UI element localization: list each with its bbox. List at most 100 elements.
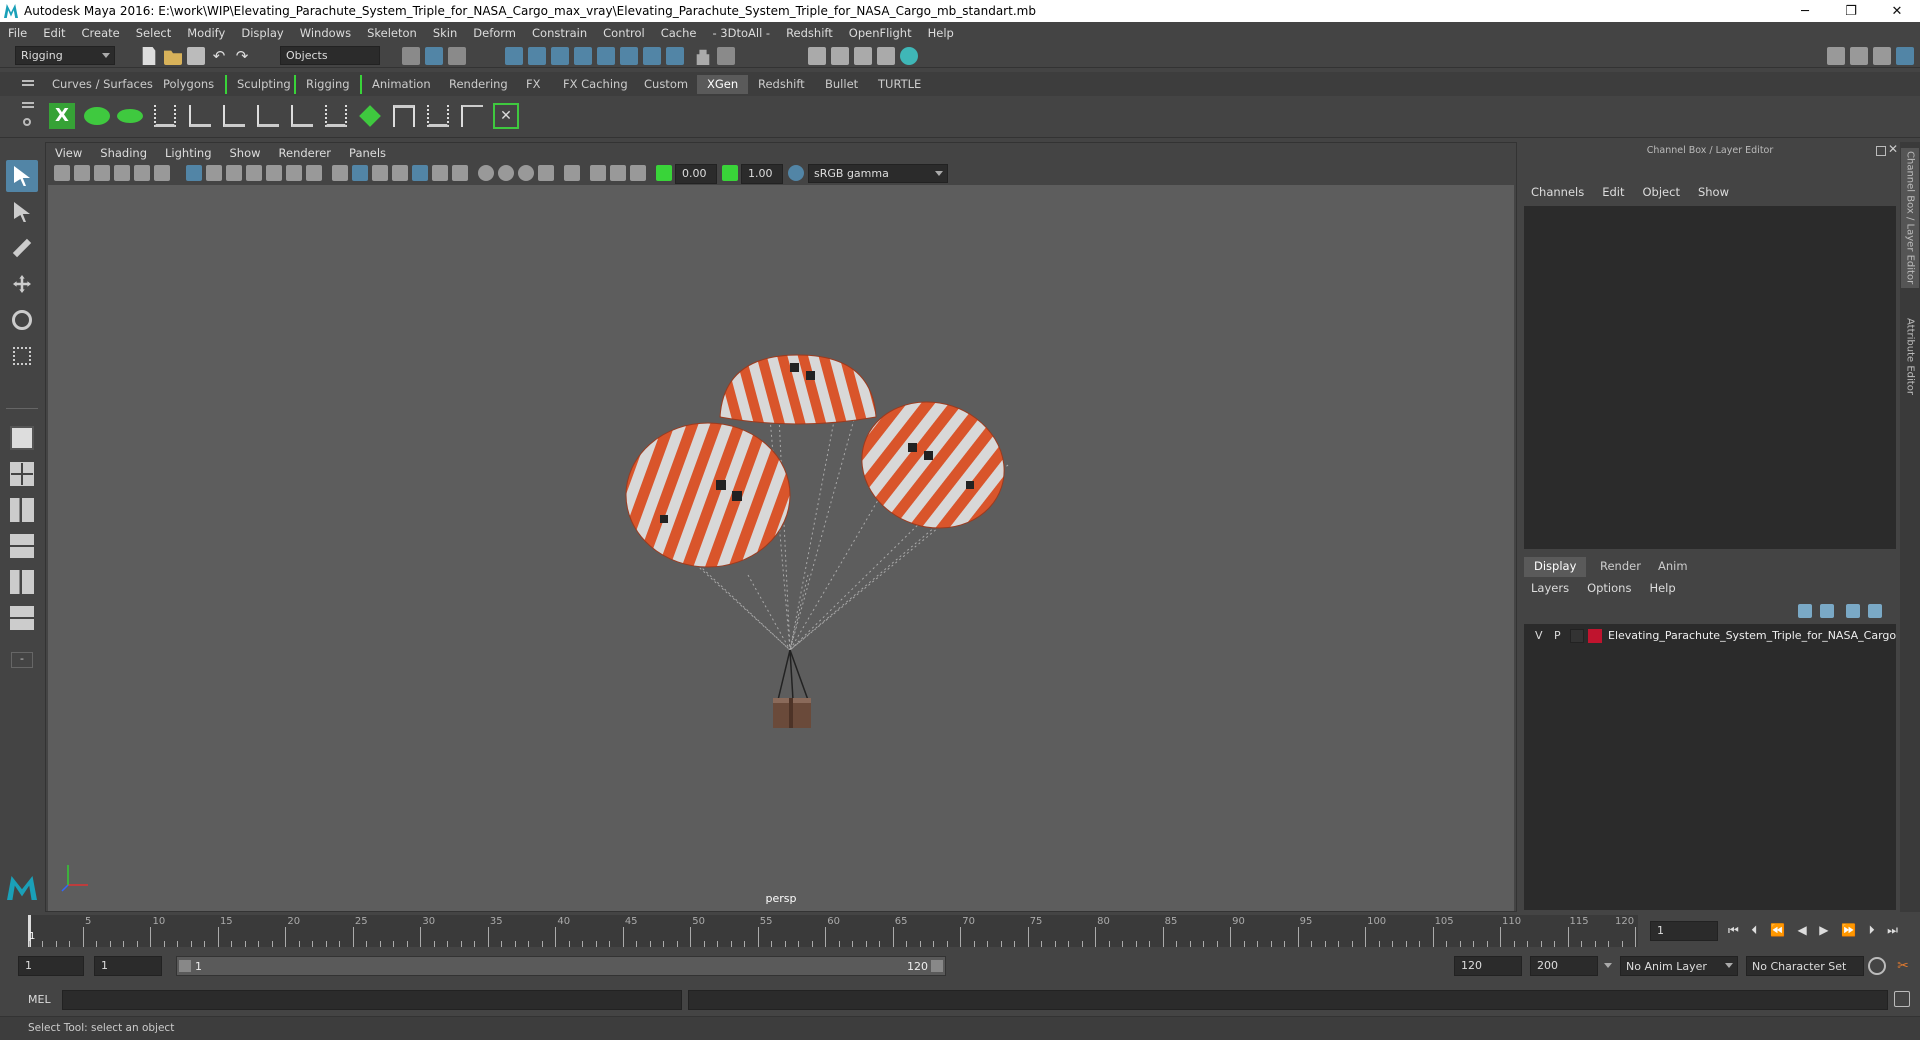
lasso-tool-icon[interactable] — [6, 196, 38, 228]
viewport-menu-view[interactable]: View — [46, 146, 91, 160]
exposure-field[interactable]: 0.00 — [675, 164, 717, 184]
film-gate-icon[interactable] — [206, 165, 222, 181]
undo-icon[interactable]: ↶ — [210, 47, 228, 65]
2d-pan-zoom-icon[interactable] — [134, 165, 150, 181]
grease-pencil-icon[interactable] — [154, 165, 170, 181]
menu-edit[interactable]: Edit — [35, 26, 73, 40]
shelf-tab-fx[interactable]: FX — [516, 75, 551, 94]
shelf-tab-rigging[interactable]: Rigging — [294, 75, 362, 94]
range-slider[interactable]: 1 120 — [176, 956, 946, 976]
menu-3dtoall[interactable]: - 3DtoAll - — [704, 26, 778, 40]
menu-modify[interactable]: Modify — [179, 26, 233, 40]
xgen-groom-icon[interactable] — [321, 100, 351, 132]
shelf-gear-icon[interactable] — [23, 118, 31, 126]
menu-create[interactable]: Create — [74, 26, 128, 40]
xgen-lock-guides-icon[interactable] — [287, 100, 317, 132]
new-scene-icon[interactable] — [142, 47, 156, 65]
anti-aliasing-icon[interactable] — [518, 165, 534, 181]
safe-action-icon[interactable] — [286, 165, 302, 181]
gate-mask-icon[interactable] — [246, 165, 262, 181]
viewport-menu-renderer[interactable]: Renderer — [270, 146, 341, 160]
render-view-icon[interactable] — [808, 47, 826, 65]
menu-select[interactable]: Select — [128, 26, 179, 40]
range-start-handle[interactable] — [179, 960, 191, 972]
ipr-render-icon[interactable] — [854, 47, 872, 65]
new-layer-selected-icon[interactable] — [1868, 604, 1882, 618]
move-layer-down-icon[interactable] — [1820, 604, 1834, 618]
snap-curve-icon[interactable] — [528, 47, 546, 65]
layer-menu-layers[interactable]: Layers — [1522, 581, 1578, 595]
channel-box-menu-show[interactable]: Show — [1689, 185, 1738, 199]
use-all-lights-icon[interactable] — [432, 165, 448, 181]
safe-title-icon[interactable] — [306, 165, 322, 181]
command-input[interactable] — [62, 990, 682, 1010]
menu-set-dropdown[interactable]: Rigging — [15, 46, 115, 65]
xgen-select-guides-icon[interactable] — [253, 100, 283, 132]
xray-joints-icon[interactable] — [630, 165, 646, 181]
close-panel-icon[interactable]: ✕ — [1888, 142, 1898, 156]
layer-tab-anim[interactable]: Anim — [1648, 557, 1698, 577]
view-transform-dropdown[interactable]: sRGB gamma — [808, 164, 948, 183]
xgen-spline-icon[interactable] — [423, 100, 453, 132]
shelf-tab-curves-surfaces[interactable]: Curves / Surfaces — [42, 75, 163, 94]
shelf-tab-animation[interactable]: Animation — [362, 75, 441, 94]
animation-start-field[interactable]: 1 — [18, 956, 84, 976]
gamma-icon[interactable] — [722, 165, 738, 181]
channel-box-menu-edit[interactable]: Edit — [1593, 185, 1633, 199]
xgen-preview-icon[interactable] — [82, 100, 112, 132]
move-tool-icon[interactable] — [6, 268, 38, 300]
move-layer-up-icon[interactable] — [1798, 604, 1812, 618]
xgen-editor-icon[interactable]: X — [47, 100, 77, 132]
chevron-down-icon[interactable] — [1604, 963, 1612, 968]
render-current-icon[interactable] — [831, 47, 849, 65]
persp-graph-layout-icon[interactable] — [6, 530, 38, 562]
xgen-add-guides-icon[interactable] — [150, 100, 180, 132]
script-editor-icon[interactable] — [1894, 991, 1910, 1007]
make-live-icon[interactable] — [643, 47, 661, 65]
paint-select-tool-icon[interactable] — [6, 232, 38, 264]
close-button[interactable]: ✕ — [1874, 0, 1920, 22]
shelf-menu-icon[interactable] — [22, 80, 34, 82]
shadows-icon[interactable] — [452, 165, 468, 181]
gamma-field[interactable]: 1.00 — [741, 164, 783, 184]
side-tab-channel-box[interactable]: Channel Box / Layer Editor — [1901, 148, 1919, 288]
snap-grid-icon[interactable] — [505, 47, 523, 65]
time-ruler[interactable]: 1 5 10 15 20 25 30 35 40 45 50 55 60 65 70 75 80 85 90 95 1… — [28, 915, 1638, 947]
wireframe-on-shaded-icon[interactable] — [392, 165, 408, 181]
new-empty-layer-icon[interactable] — [1846, 604, 1860, 618]
motion-blur-icon[interactable] — [498, 165, 514, 181]
tool-settings-toggle-icon[interactable] — [1873, 47, 1891, 65]
channel-box-area[interactable] — [1524, 206, 1896, 549]
animation-end-field[interactable]: 200 — [1530, 956, 1598, 976]
history-icon[interactable] — [666, 47, 684, 65]
field-chart-icon[interactable] — [266, 165, 282, 181]
menu-cache[interactable]: Cache — [653, 26, 705, 40]
color-management-icon[interactable] — [788, 165, 804, 181]
snap-surface-icon[interactable] — [620, 47, 638, 65]
character-set-dropdown[interactable]: No Character Set — [1746, 956, 1864, 976]
snap-view-plane-icon[interactable] — [574, 47, 592, 65]
menu-constrain[interactable]: Constrain — [524, 26, 595, 40]
step-back-frame-icon[interactable]: ⏴ — [1751, 923, 1757, 941]
step-forward-key-icon[interactable]: ⏩ — [1841, 923, 1856, 941]
camera-select-icon[interactable] — [54, 165, 70, 181]
minimize-button[interactable]: ─ — [1782, 0, 1828, 22]
open-scene-icon[interactable] — [164, 50, 182, 65]
xgen-create-description-icon[interactable] — [115, 100, 145, 132]
xgen-place-guides-icon[interactable] — [185, 100, 215, 132]
camera-lock-icon[interactable] — [74, 165, 90, 181]
side-tab-attribute-editor[interactable]: Attribute Editor — [1901, 306, 1919, 406]
menu-display[interactable]: Display — [233, 26, 291, 40]
playback-start-field[interactable]: 1 — [94, 956, 162, 976]
shelf-tab-sculpting[interactable]: Sculpting — [225, 75, 301, 94]
playback-end-field[interactable]: 120 — [1454, 956, 1522, 976]
current-frame-field[interactable]: 1 — [1650, 921, 1718, 941]
shelf-tab-redshift[interactable]: Redshift — [748, 75, 815, 94]
shelf-tab-polygons[interactable]: Polygons — [153, 75, 224, 94]
bookmarks-icon[interactable] — [94, 165, 110, 181]
xgen-convert-icon[interactable]: ✕ — [491, 100, 521, 132]
shelf-options-icon[interactable] — [22, 102, 34, 104]
menu-redshift[interactable]: Redshift — [778, 26, 841, 40]
range-end-handle[interactable] — [931, 960, 943, 972]
shelf-tab-bullet[interactable]: Bullet — [815, 75, 868, 94]
